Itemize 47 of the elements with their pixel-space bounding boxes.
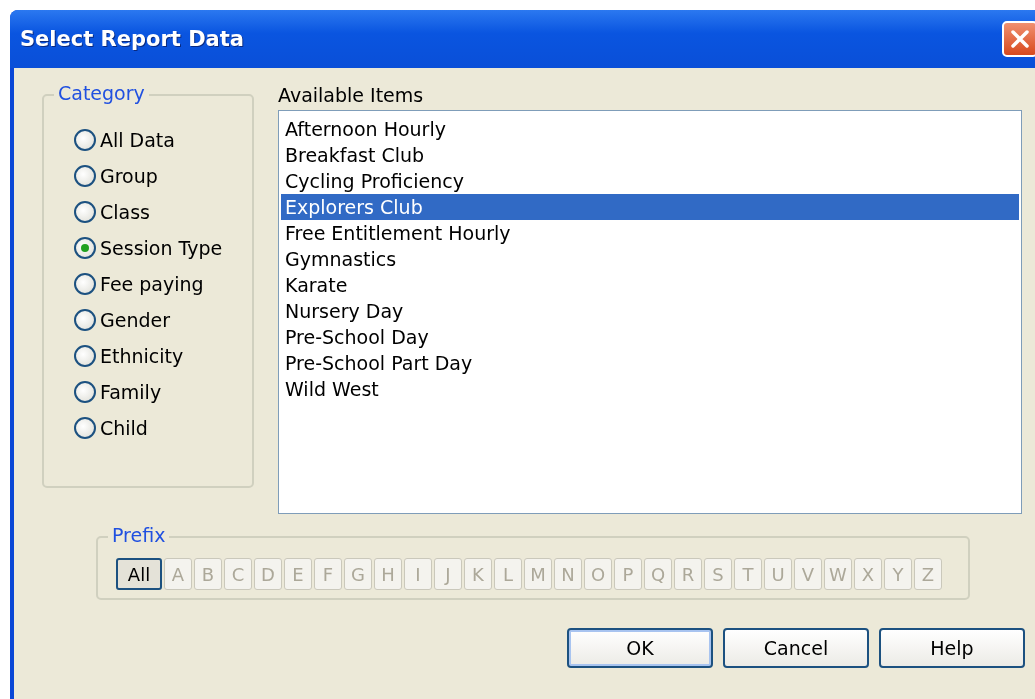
items-list[interactable]: Afternoon Hourly Breakfast Club Cycling Proficiency Explorers Club Free Entitlement Hourly Gymnastics Karate Nursery Day Pre-School Day Pre-School Part Day Wild West [278, 110, 1022, 514]
radio-label: Class [100, 201, 150, 223]
prefix-button[interactable]: All [116, 558, 162, 590]
list-item[interactable]: Explorers Club [281, 194, 1019, 220]
radio-option[interactable]: Group [74, 162, 252, 190]
list-item[interactable]: Karate [281, 272, 1019, 298]
list-item[interactable]: Free Entitlement Hourly [281, 220, 1019, 246]
radio-option[interactable]: Child [74, 414, 252, 442]
radio-option[interactable]: Ethnicity [74, 342, 252, 370]
radio-label: Ethnicity [100, 345, 184, 367]
list-item[interactable]: Wild West [281, 376, 1019, 402]
radio-button[interactable] [74, 129, 96, 151]
radio-label: All Data [100, 129, 175, 151]
list-item[interactable]: Afternoon Hourly [281, 116, 1019, 142]
window-title: Select Report Data [20, 27, 244, 51]
radio-label: Fee paying [100, 273, 204, 295]
radio-button[interactable] [74, 201, 96, 223]
radio-label: Group [100, 165, 158, 187]
list-item[interactable]: Gymnastics [281, 246, 1019, 272]
radio-button[interactable] [74, 417, 96, 439]
close-button[interactable] [1002, 21, 1035, 57]
radio-label: Family [100, 381, 162, 403]
close-icon [1009, 28, 1031, 50]
list-item[interactable]: Pre-School Day [281, 324, 1019, 350]
radio-button[interactable] [74, 165, 96, 187]
radio-label: Gender [100, 309, 171, 331]
radio-label: Session Type [100, 237, 223, 259]
radio-button[interactable] [74, 273, 96, 295]
list-item[interactable]: Pre-School Part Day [281, 350, 1019, 376]
list-item[interactable]: Cycling Proficiency [281, 168, 1019, 194]
radio-option[interactable]: Fee paying [74, 270, 252, 298]
dialog-button[interactable]: Help [879, 628, 1025, 668]
dialog-button[interactable]: OK [567, 628, 713, 668]
radio-option[interactable]: Family [74, 378, 252, 406]
list-item[interactable]: Breakfast Club [281, 142, 1019, 168]
radio-button[interactable] [74, 345, 96, 367]
radio-button[interactable] [74, 381, 96, 403]
radio-option[interactable]: All Data [74, 126, 252, 154]
list-label: Available Items [278, 84, 425, 108]
radio-option[interactable]: Gender [74, 306, 252, 334]
dialog-button[interactable]: Cancel [723, 628, 869, 668]
radio-button[interactable] [74, 237, 96, 259]
radio-button[interactable] [74, 309, 96, 331]
radio-option[interactable]: Session Type [74, 234, 252, 262]
radio-label: Child [100, 417, 148, 439]
list-item[interactable]: Nursery Day [281, 298, 1019, 324]
radio-option[interactable]: Class [74, 198, 252, 226]
